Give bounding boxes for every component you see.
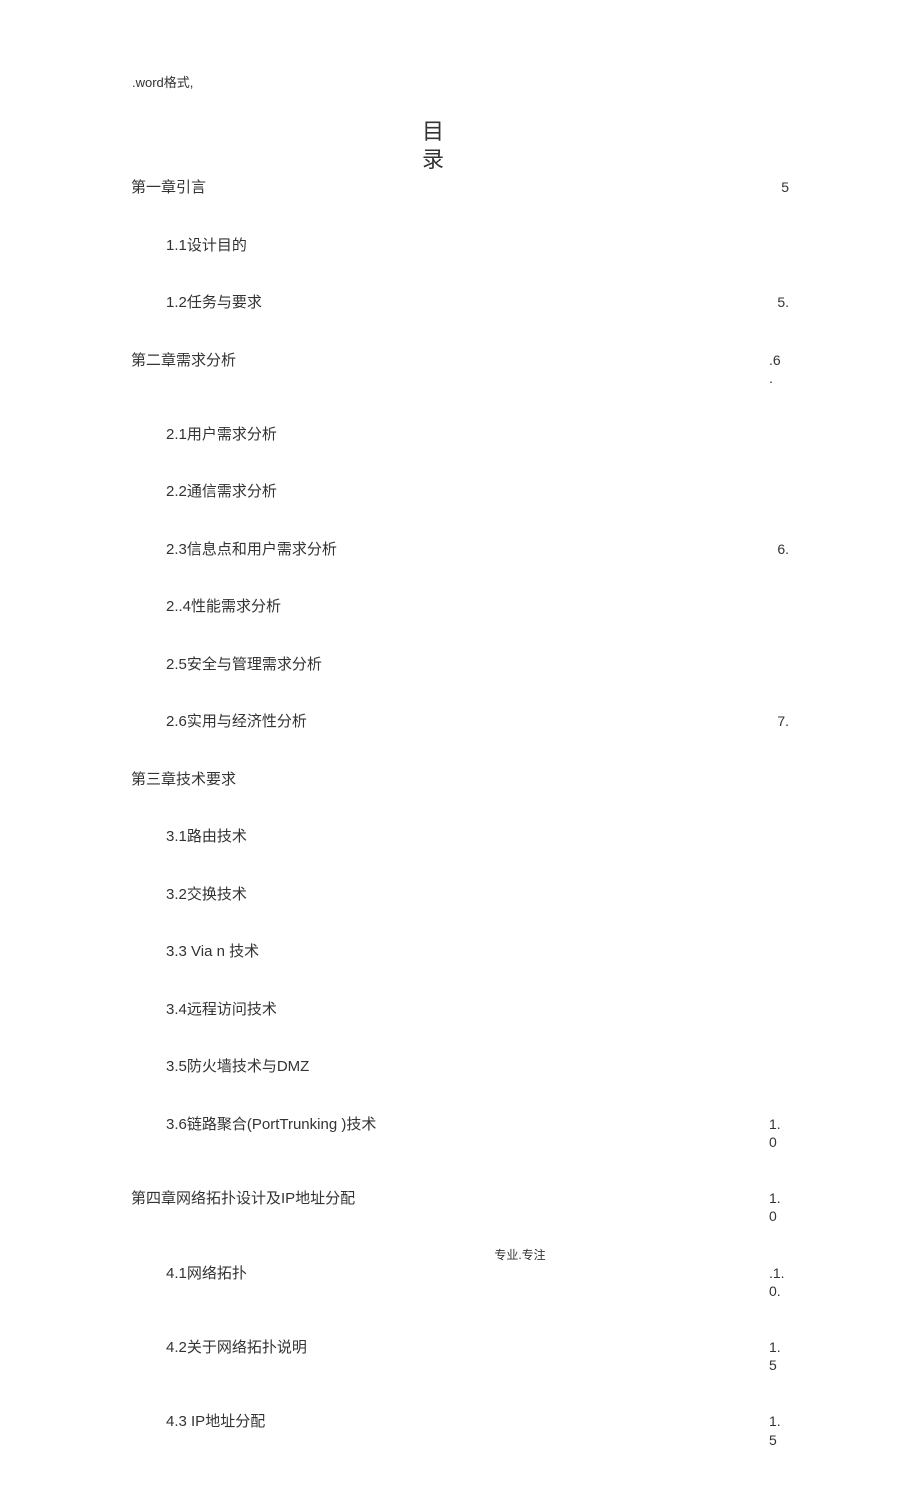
toc-label: 2.3信息点和用户需求分析	[166, 540, 337, 560]
toc-row: 2.5安全与管理需求分析	[131, 655, 789, 675]
toc-page: 1. 5	[769, 1338, 789, 1374]
toc-label: 3.6链路聚合(PortTrunking )技术	[166, 1115, 376, 1135]
toc-label: 3.3 Via n 技术	[166, 942, 259, 962]
toc-page: .1. 0.	[769, 1264, 789, 1300]
toc-row: 4.2关于网络拓扑说明 1. 5	[131, 1338, 789, 1374]
footer-note-text: 专业.专注	[374, 1246, 545, 1263]
toc-row: 第二章需求分析 .6 .	[131, 351, 789, 387]
toc-label: 4.2关于网络拓扑说明	[166, 1338, 307, 1358]
toc-row: 2.2通信需求分析	[131, 482, 789, 502]
toc-row: 2.3信息点和用户需求分析 6.	[131, 540, 789, 560]
toc-container: 第一章引言 5 1.1设计目的 1.2任务与要求 5. 第二章需求分析 .6 . 2.1用户需…	[131, 178, 789, 1487]
toc-label: 3.4远程访问技术	[166, 1000, 277, 1020]
toc-label: 2.5安全与管理需求分析	[166, 655, 322, 675]
toc-title: 目录	[418, 118, 448, 174]
toc-label: 1.1设计目的	[166, 236, 247, 256]
toc-row: 2.6实用与经济性分析 7.	[131, 712, 789, 732]
toc-row: 3.5防火墙技术与DMZ	[131, 1057, 789, 1077]
toc-page: 6.	[769, 540, 789, 558]
toc-row: 3.2交换技术	[131, 885, 789, 905]
toc-row: 第四章网络拓扑设计及IP地址分配 1. 0	[131, 1189, 789, 1225]
toc-page: 1. 0	[769, 1115, 789, 1151]
toc-page: 1. 0	[769, 1189, 789, 1225]
toc-label: 3.5防火墙技术与DMZ	[166, 1057, 309, 1077]
toc-label: 1.2任务与要求	[166, 293, 262, 313]
toc-row: 3.3 Via n 技术	[131, 942, 789, 962]
toc-row: 1.1设计目的	[131, 236, 789, 256]
header-note: .word格式,	[132, 72, 193, 91]
toc-row: 2.1用户需求分析	[131, 425, 789, 445]
footer-note: 专业.专注	[0, 1246, 920, 1263]
toc-page: 1. 5	[769, 1412, 789, 1448]
toc-row: 4.1网络拓扑 .1. 0.	[131, 1264, 789, 1300]
toc-label: 2.6实用与经济性分析	[166, 712, 307, 732]
toc-page: 5	[769, 178, 789, 196]
toc-row: 3.6链路聚合(PortTrunking )技术 1. 0	[131, 1115, 789, 1151]
toc-row: 1.2任务与要求 5.	[131, 293, 789, 313]
toc-label: 第二章需求分析	[131, 351, 236, 371]
toc-label: 第三章技术要求	[131, 770, 236, 790]
toc-label: 4.1网络拓扑	[166, 1264, 247, 1284]
toc-row: 第三章技术要求	[131, 770, 789, 790]
toc-label: 3.1路由技术	[166, 827, 247, 847]
toc-page: 7.	[769, 712, 789, 730]
toc-label: 第一章引言	[131, 178, 206, 198]
toc-row: 3.4远程访问技术	[131, 1000, 789, 1020]
toc-page: .6 .	[769, 351, 789, 387]
toc-row: 2..4性能需求分析	[131, 597, 789, 617]
toc-row: 第一章引言 5	[131, 178, 789, 198]
toc-label: 2.2通信需求分析	[166, 482, 277, 502]
toc-label: 2..4性能需求分析	[166, 597, 281, 617]
toc-label: 4.3 IP地址分配	[166, 1412, 265, 1432]
toc-label: 第四章网络拓扑设计及IP地址分配	[131, 1189, 355, 1209]
toc-page: 5.	[769, 293, 789, 311]
toc-label: 2.1用户需求分析	[166, 425, 277, 445]
toc-row: 3.1路由技术	[131, 827, 789, 847]
toc-row: 4.3 IP地址分配 1. 5	[131, 1412, 789, 1448]
toc-label: 3.2交换技术	[166, 885, 247, 905]
